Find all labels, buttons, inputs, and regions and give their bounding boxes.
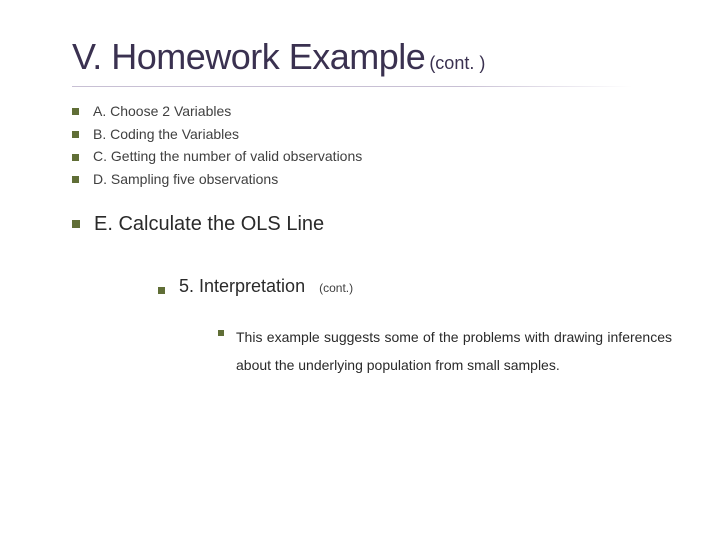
list-item: A. Choose 2 Variables <box>72 101 672 123</box>
square-bullet-icon <box>218 330 224 336</box>
square-bullet-icon <box>158 287 165 294</box>
sub-item: 5. Interpretation (cont.) <box>158 276 672 297</box>
square-bullet-icon <box>72 131 79 138</box>
sub-item-cont: (cont.) <box>319 281 353 295</box>
list-item: D. Sampling five observations <box>72 169 672 191</box>
square-bullet-icon <box>72 154 79 161</box>
list-item-label: C. Getting the number of valid observati… <box>93 146 362 168</box>
slide: V. Homework Example (cont. ) A. Choose 2… <box>0 0 720 540</box>
sub-sub-item: This example suggests some of the proble… <box>218 323 672 379</box>
square-bullet-icon <box>72 176 79 183</box>
square-bullet-icon <box>72 108 79 115</box>
slide-title: V. Homework Example (cont. ) <box>72 36 672 78</box>
list-item-label: D. Sampling five observations <box>93 169 278 191</box>
title-cont: (cont. ) <box>429 53 485 74</box>
square-bullet-icon <box>72 220 80 228</box>
list-item: C. Getting the number of valid observati… <box>72 146 672 168</box>
title-main: V. Homework Example <box>72 36 425 78</box>
list-item: B. Coding the Variables <box>72 124 672 146</box>
list-item-emphasis-label: E. Calculate the OLS Line <box>94 209 324 240</box>
title-underline <box>72 86 632 87</box>
sub-item-label: 5. Interpretation <box>179 276 305 297</box>
outline-list: A. Choose 2 Variables B. Coding the Vari… <box>72 101 672 240</box>
list-item-emphasis: E. Calculate the OLS Line <box>72 209 672 240</box>
body-text: This example suggests some of the proble… <box>236 323 672 379</box>
list-item-label: B. Coding the Variables <box>93 124 239 146</box>
list-item-label: A. Choose 2 Variables <box>93 101 231 123</box>
